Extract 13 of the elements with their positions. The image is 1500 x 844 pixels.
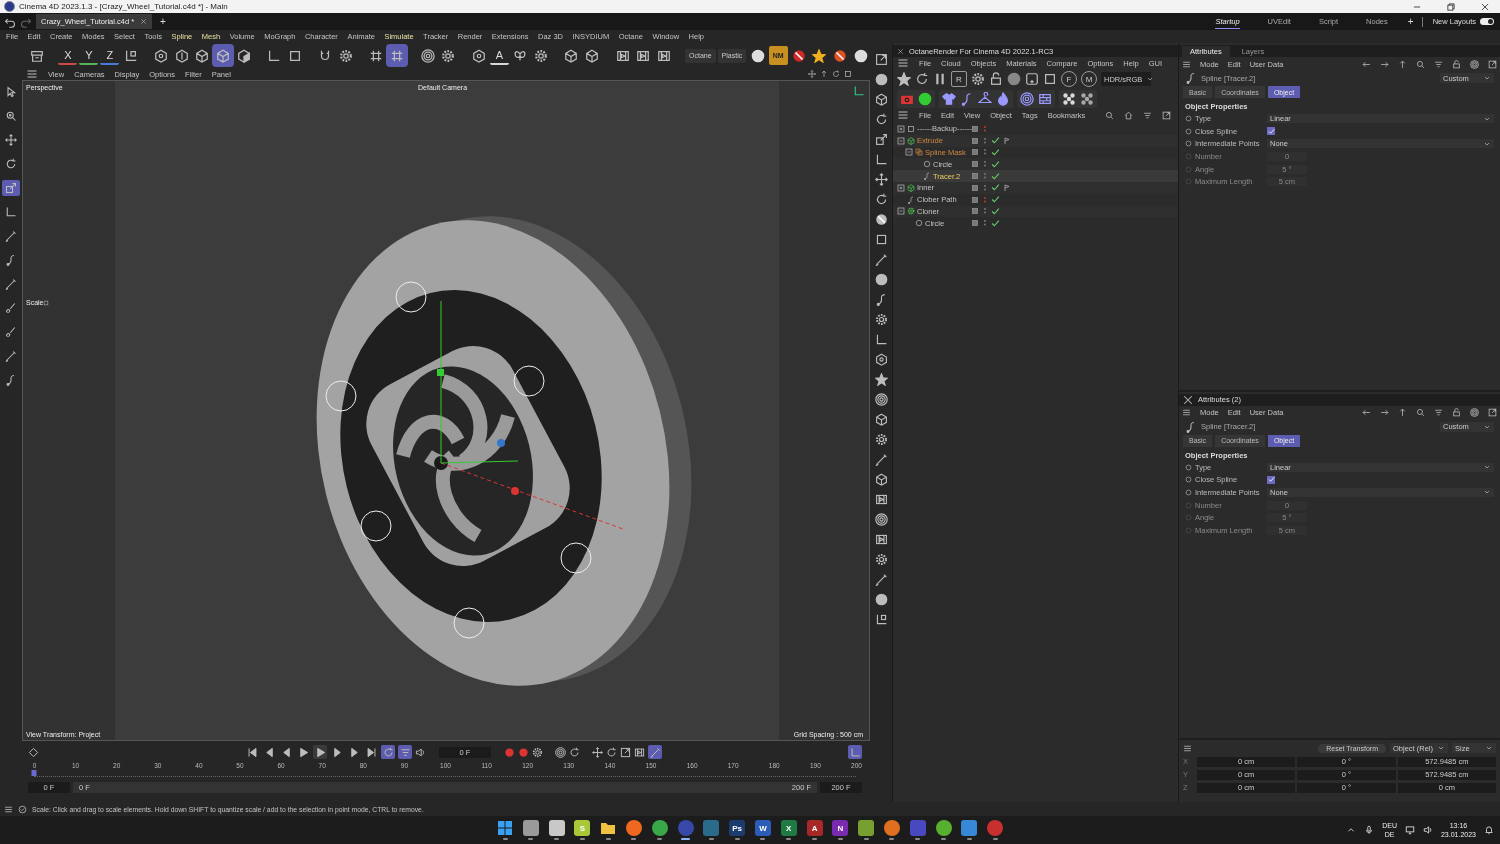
axis-toggle[interactable]: Y	[79, 46, 99, 65]
app-button[interactable]: A	[806, 820, 823, 836]
app-button[interactable]: W	[754, 820, 771, 836]
axis-toggle[interactable]: A	[490, 46, 509, 65]
app-button[interactable]: Ps	[729, 820, 746, 836]
app-button[interactable]: X	[780, 820, 797, 836]
axis-toggle[interactable]: X	[58, 46, 78, 65]
toolbar-button[interactable]: R	[951, 71, 967, 87]
axis-toggle[interactable]: Z	[100, 46, 120, 65]
window-title: Cinema 4D 2023.1.3 - [Crazy_Wheel_Tutorial.c4d *] - Main	[19, 2, 228, 11]
app-button[interactable]: N	[832, 820, 849, 836]
new-tab-button[interactable]: +	[156, 16, 170, 27]
add-layout-button[interactable]: +	[1403, 16, 1418, 27]
